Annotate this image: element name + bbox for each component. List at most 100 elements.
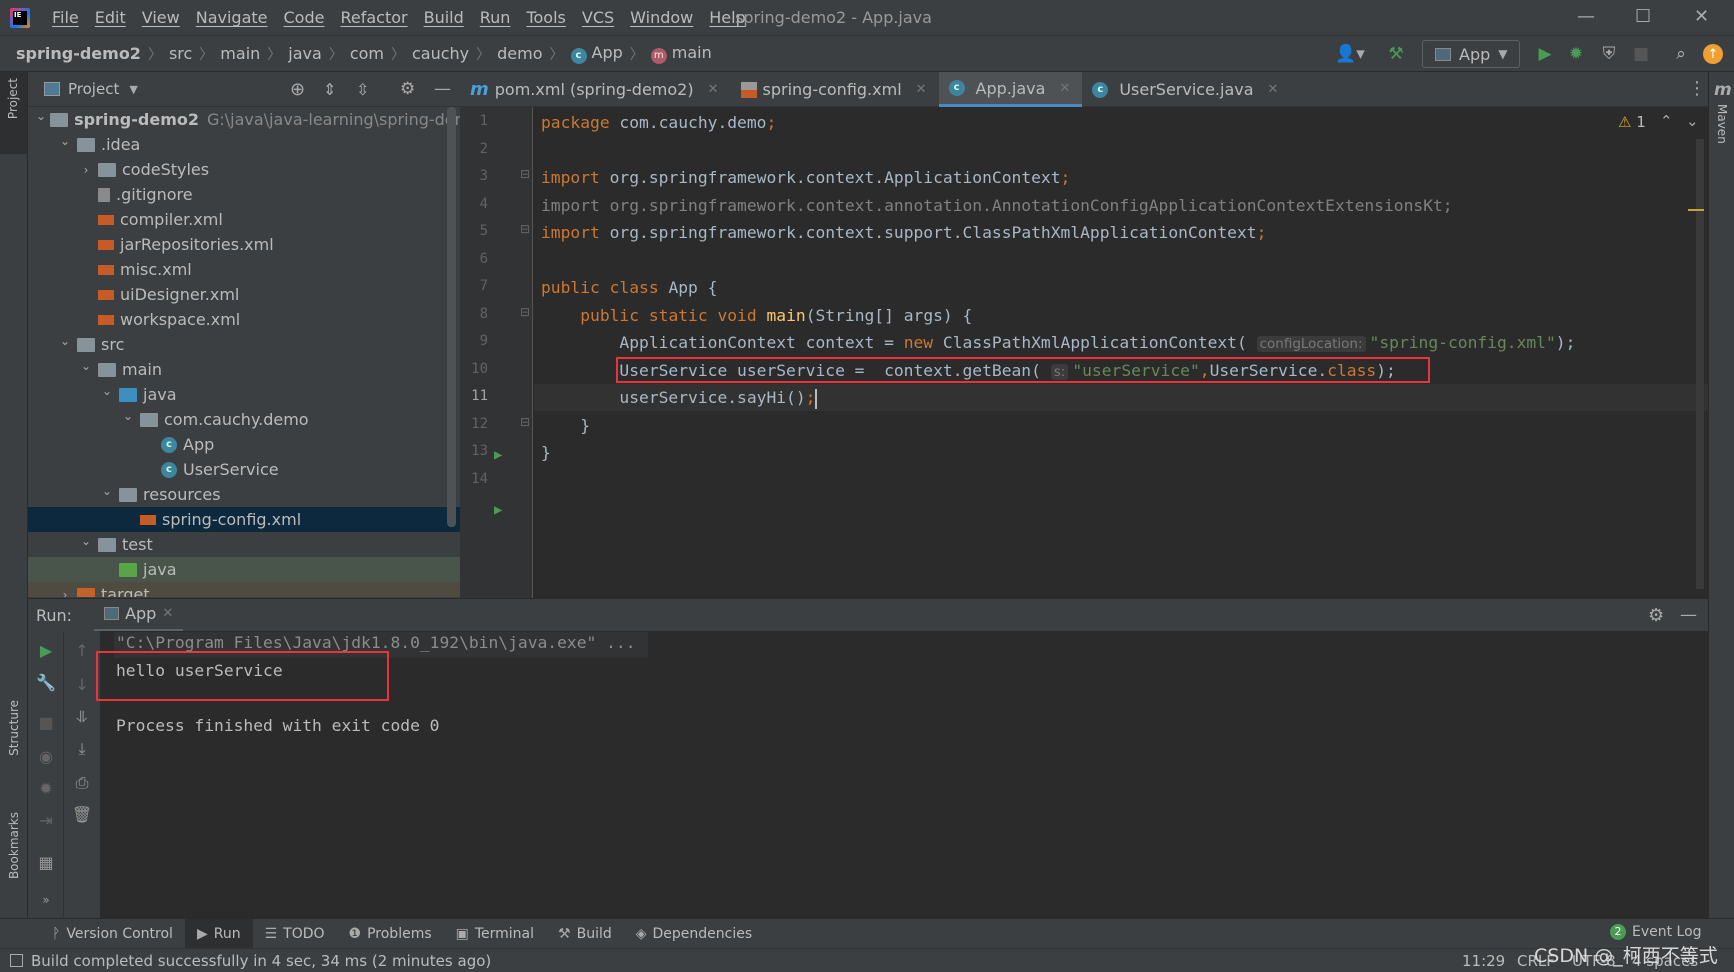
locate-icon[interactable]: ⊕ (290, 79, 305, 100)
wrench-icon[interactable]: 🔧 (28, 673, 64, 692)
tree-item[interactable]: .gitignore (28, 182, 460, 207)
tree-scrollbar[interactable] (447, 107, 456, 527)
breadcrumb-item[interactable]: spring-demo2 (16, 44, 141, 63)
tree-item[interactable]: › target (28, 582, 460, 597)
chevron-down-icon[interactable]: ⌄ (120, 409, 136, 423)
tree-item[interactable]: java (28, 557, 460, 582)
tab-pom-xml-spring-demo2-[interactable]: m pom.xml (spring-demo2) ✕ (460, 72, 731, 107)
tree-item[interactable]: jarRepositories.xml (28, 232, 460, 257)
chevron-down-icon[interactable]: ⌄ (99, 484, 115, 498)
tree-item[interactable]: ⌄ com.cauchy.demo (28, 407, 460, 432)
fold-icon[interactable]: ⊟ (520, 167, 530, 181)
project-tool-button[interactable]: Project (0, 72, 27, 154)
trash-icon[interactable]: 🗑 (64, 805, 100, 824)
soft-wrap-icon[interactable]: ⥥ (64, 707, 100, 727)
breadcrumb-item[interactable]: java (288, 44, 322, 63)
close-tab-icon[interactable]: ✕ (1059, 81, 1070, 96)
close-button[interactable]: ✕ (1694, 6, 1709, 27)
tree-item[interactable]: c UserService (28, 457, 460, 482)
menu-run[interactable]: Run (472, 8, 519, 27)
exit-icon[interactable]: ⇥ (28, 811, 64, 830)
fold-icon[interactable]: ⊟ (520, 305, 530, 319)
menu-refactor[interactable]: Refactor (332, 8, 415, 27)
close-tab-icon[interactable]: ✕ (916, 82, 927, 97)
warnings-indicator[interactable]: ⚠ 1 (1618, 113, 1646, 131)
run-gutter-icon[interactable]: ▶ (494, 447, 502, 463)
update-icon[interactable]: ↑ (1703, 44, 1723, 64)
tool-tab-dependencies[interactable]: ◈ Dependencies (624, 919, 764, 949)
close-tab-icon[interactable]: ✕ (708, 82, 719, 97)
tree-item[interactable]: ⌄ test (28, 532, 460, 557)
rerun-icon[interactable]: ▶ (28, 641, 64, 660)
breadcrumb-item[interactable]: demo (497, 44, 542, 63)
structure-tool-button[interactable]: Structure (7, 700, 21, 756)
tree-item[interactable]: ⌄ main (28, 357, 460, 382)
tab-app-java[interactable]: c App.java ✕ (938, 72, 1083, 107)
chevron-down-icon[interactable]: ⌄ (99, 384, 115, 398)
run-config-dropdown[interactable]: App ▼ (1422, 40, 1520, 68)
scroll-to-end-icon[interactable]: ⤓ (64, 739, 100, 759)
stop-icon[interactable]: ■ (28, 713, 64, 732)
tree-item[interactable]: ⌄ resources (28, 482, 460, 507)
close-tab-icon[interactable]: ✕ (162, 606, 173, 621)
stop-icon[interactable]: ■ (1628, 41, 1654, 67)
menu-build[interactable]: Build (416, 8, 472, 27)
tree-item[interactable]: compiler.xml (28, 207, 460, 232)
breadcrumb-item[interactable]: m main (650, 43, 712, 64)
menu-window[interactable]: Window (622, 8, 701, 27)
project-view-selector[interactable]: Project (68, 80, 119, 98)
event-log-button[interactable]: 2 Event Log (1610, 924, 1702, 940)
chevron-right-icon[interactable]: › (78, 163, 94, 177)
tree-item[interactable]: misc.xml (28, 257, 460, 282)
more-tabs-icon[interactable]: ⋮ (1688, 78, 1706, 99)
chevron-down-icon[interactable]: ⌄ (36, 109, 46, 123)
menu-vcs[interactable]: VCS (574, 8, 622, 27)
menu-file[interactable]: File (44, 8, 87, 27)
status-toggle-icon[interactable] (10, 954, 23, 967)
gear-icon[interactable]: ⚙ (1648, 605, 1664, 626)
next-highlight-icon[interactable]: ⌄ (1686, 112, 1699, 130)
editor-scrollbar[interactable] (1696, 139, 1704, 589)
breadcrumb-item[interactable]: com (350, 44, 384, 63)
breadcrumb-item[interactable]: c App (570, 43, 623, 64)
chevron-down-icon[interactable]: ▼ (129, 83, 137, 96)
build-hammer-icon[interactable]: ⚒ (1382, 41, 1410, 67)
debug-settings-icon[interactable]: ✹ (28, 779, 64, 798)
status-message[interactable]: Build completed successfully in 4 sec, 3… (31, 952, 491, 970)
expand-all-icon[interactable]: ⇕ (323, 80, 336, 99)
caret-position[interactable]: 11:29 (1462, 952, 1505, 970)
tree-item[interactable]: ⌄ spring-demo2 G:\java\java-learning\sprin… (28, 107, 460, 132)
tool-tab-run[interactable]: ▶ Run (184, 918, 253, 949)
chevron-down-icon[interactable]: ⌄ (78, 359, 94, 373)
hide-icon[interactable]: — (1680, 605, 1697, 625)
fold-icon[interactable]: ⊟ (520, 222, 530, 236)
more-icon[interactable]: » (28, 893, 64, 907)
code-editor[interactable]: 1 2 3 ⊟ 4 5 ⊟ 6 7 ▶ 8 ▶ ⊟ 9 10 11 12 ⊟ 13 14 ⚠ 1 ⌃ ⌄ packag… (460, 107, 1708, 598)
down-arrow-icon[interactable]: ↓ (64, 675, 100, 694)
bookmarks-tool-button[interactable]: Bookmarks (7, 812, 21, 879)
breadcrumb-item[interactable]: main (220, 44, 260, 63)
console-output[interactable]: "C:\Program Files\Java\jdk1.8.0_192\bin\… (96, 631, 1708, 918)
chevron-down-icon[interactable]: ⌄ (57, 334, 73, 348)
tree-item[interactable]: workspace.xml (28, 307, 460, 332)
print-icon[interactable]: ⎙ (64, 773, 100, 793)
tree-item[interactable]: uiDesigner.xml (28, 282, 460, 307)
breadcrumb-item[interactable]: src (169, 44, 192, 63)
chevron-down-icon[interactable]: ⌄ (78, 534, 94, 548)
up-arrow-icon[interactable]: ↑ (64, 641, 100, 660)
layout-icon[interactable]: ▦ (28, 853, 64, 872)
tool-tab-version-control[interactable]: ᚹ Version Control (40, 919, 185, 949)
debug-icon[interactable]: ✹ (1563, 41, 1589, 67)
fold-icon[interactable]: ⊟ (520, 415, 530, 429)
account-icon[interactable]: 👤▾ (1332, 41, 1368, 67)
tree-item[interactable]: spring-config.xml (28, 507, 460, 532)
maven-tool-button[interactable]: Maven (1715, 104, 1729, 144)
chevron-down-icon[interactable]: ⌄ (57, 134, 73, 148)
tab-spring-config-xml[interactable]: spring-config.xml ✕ (731, 72, 939, 107)
tree-item[interactable]: ⌄ src (28, 332, 460, 357)
run-tab-app[interactable]: App ✕ (94, 599, 184, 632)
tree-item[interactable]: ⌄ .idea (28, 132, 460, 157)
search-icon[interactable]: ⌕ (1668, 41, 1694, 67)
close-tab-icon[interactable]: ✕ (1268, 82, 1279, 97)
maximize-button[interactable]: ☐ (1635, 6, 1651, 27)
